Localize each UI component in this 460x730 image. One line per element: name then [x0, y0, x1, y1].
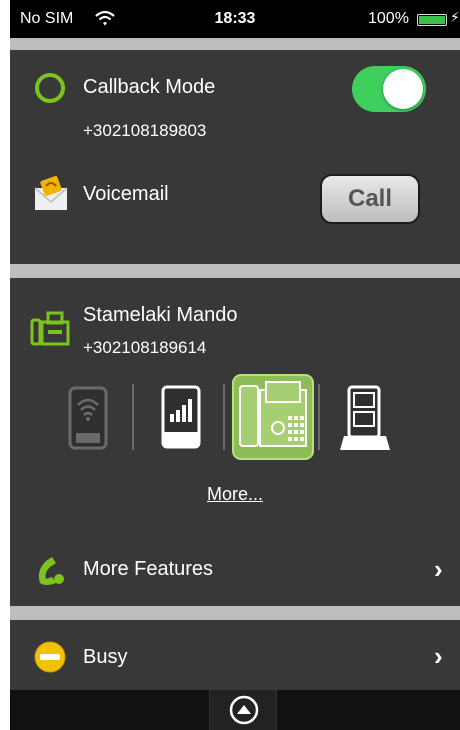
expand-up-button[interactable] — [209, 690, 277, 730]
presence-row[interactable] — [10, 620, 460, 690]
status-bar: No SIM 18:33 100% ⚡ — [10, 0, 460, 38]
voicemail-label: Voicemail — [83, 183, 169, 205]
device-separator — [132, 384, 134, 450]
more-features-label: More Features — [83, 558, 214, 580]
device-separator — [318, 384, 320, 450]
more-features-row[interactable] — [10, 540, 460, 600]
callback-ring-icon — [34, 72, 66, 109]
busy-status-icon — [34, 641, 66, 678]
desk-phone-outline-icon — [30, 310, 72, 351]
callback-mode-toggle[interactable] — [352, 66, 426, 112]
desk-phone-device-icon[interactable] — [232, 374, 314, 465]
voicemail-icon — [32, 175, 70, 217]
voicemail-call-button[interactable]: Call — [320, 174, 420, 224]
bottom-toolbar — [10, 690, 460, 730]
device-separator — [223, 384, 225, 450]
arrow-up-circle-icon — [229, 695, 259, 730]
battery-percent: 100% — [368, 10, 409, 27]
phone-screen: No SIM 18:33 100% ⚡ Callback Mode +30210… — [10, 0, 460, 730]
section-divider — [10, 38, 460, 50]
battery-icon — [417, 14, 447, 26]
mobile-signal-device-icon[interactable] — [160, 384, 202, 455]
toggle-knob — [383, 69, 423, 109]
chevron-right-icon: › — [434, 641, 443, 671]
callback-mode-label: Callback Mode — [83, 76, 216, 98]
charging-icon: ⚡ — [450, 9, 460, 25]
device-number: +302108189614 — [83, 338, 207, 357]
section-divider — [10, 264, 460, 278]
wifi-phone-device-icon[interactable] — [67, 385, 109, 456]
callback-number: +302108189803 — [83, 121, 207, 140]
device-owner-name: Stamelaki Mando — [83, 304, 238, 326]
cordless-phone-device-icon[interactable] — [338, 384, 392, 457]
chevron-right-icon: › — [434, 554, 443, 584]
features-phone-icon — [34, 553, 68, 592]
more-devices-link[interactable]: More... — [10, 484, 460, 505]
section-divider — [10, 606, 460, 620]
presence-label: Busy — [83, 646, 128, 668]
